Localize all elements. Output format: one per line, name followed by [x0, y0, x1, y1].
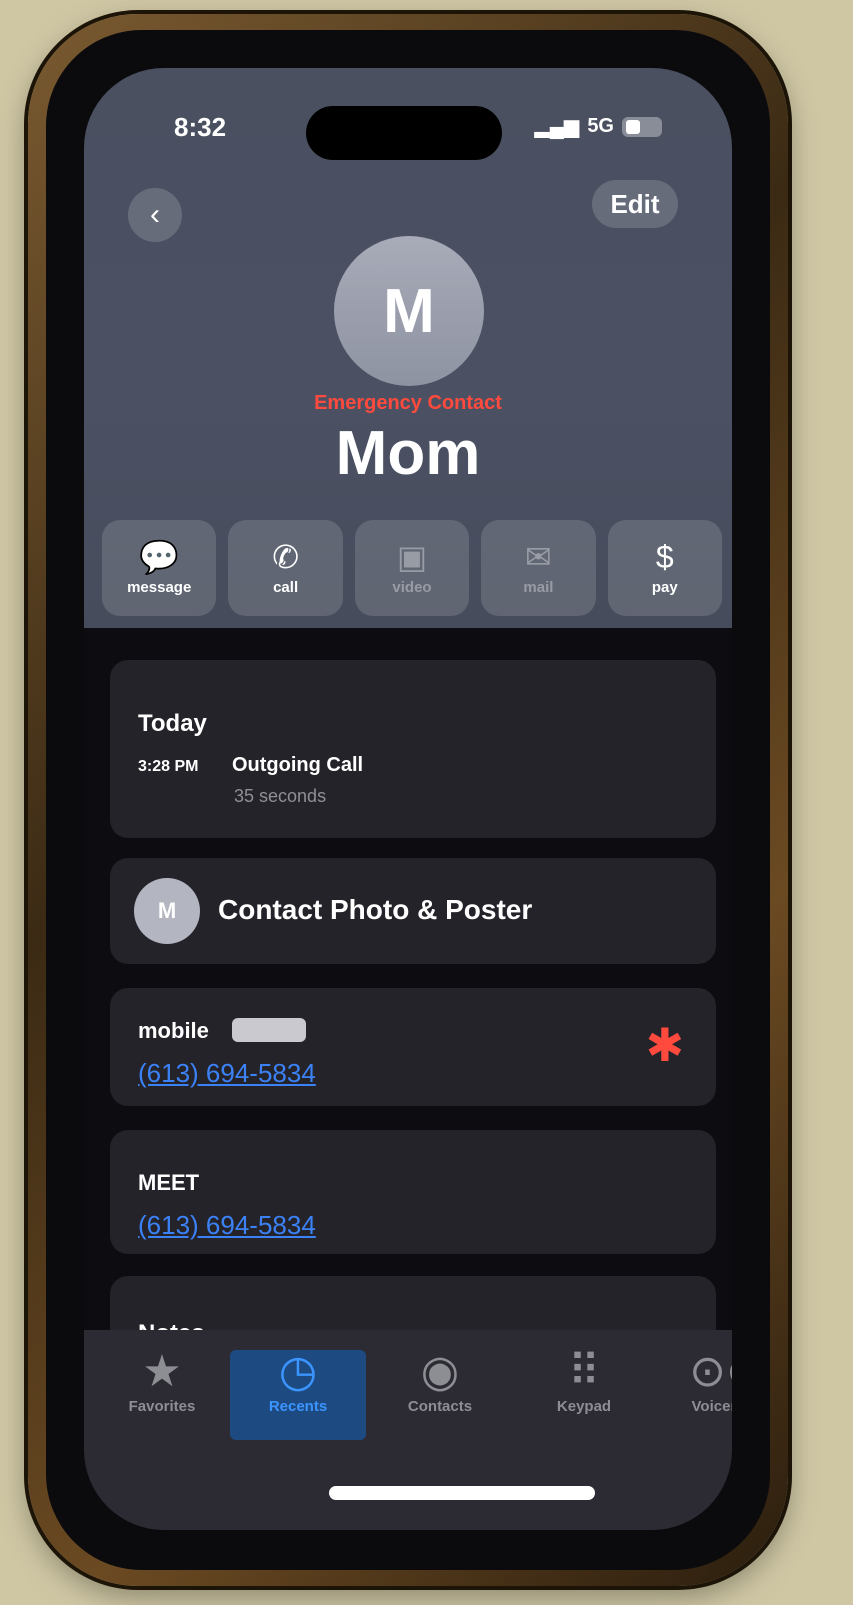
- video-icon: ▣: [396, 538, 428, 575]
- phone-screen: 8:32 ▂▄▆ 5G ‹ Edit M Emergency Contact M…: [84, 68, 732, 1530]
- voicemail-icon: ⊙⊙: [689, 1347, 732, 1396]
- tab-favorites[interactable]: ★ Favorites: [94, 1350, 230, 1440]
- contact-photo-poster-label: Contact Photo & Poster: [218, 894, 533, 925]
- back-button[interactable]: ‹: [128, 188, 182, 242]
- recent-calls-card[interactable]: Today 3:28 PM Outgoing Call 35 seconds: [110, 660, 716, 838]
- mail-icon: ✉: [525, 538, 552, 575]
- edit-button[interactable]: Edit: [592, 180, 678, 228]
- keypad-icon: ⠿: [567, 1347, 601, 1396]
- tab-keypad-label: Keypad: [556, 1398, 612, 1415]
- status-bar: 8:32 ▂▄▆ 5G: [84, 106, 732, 160]
- network-label: 5G: [587, 115, 614, 137]
- status-time: 8:32: [174, 112, 227, 142]
- person-circle-icon: ◉: [420, 1347, 460, 1396]
- call-time: 3:28 PM: [138, 758, 199, 775]
- contact-photo-poster-row[interactable]: M Contact Photo & Poster: [110, 858, 716, 964]
- status-icons: ▂▄▆ 5G: [534, 114, 662, 139]
- contact-avatar: M: [334, 236, 484, 386]
- video-label: video: [392, 578, 432, 596]
- call-duration: 35 seconds: [234, 786, 327, 806]
- clock-icon: ◷: [278, 1347, 318, 1396]
- tab-favorites-label: Favorites: [128, 1398, 196, 1415]
- mail-label: mail: [523, 578, 554, 596]
- mobile-phone-link[interactable]: (613) 694-5834: [138, 1058, 316, 1089]
- emergency-contact-label: Emergency Contact: [314, 392, 502, 414]
- mobile-label: mobile: [138, 1018, 209, 1043]
- meet-label: MEET: [138, 1170, 200, 1195]
- phone-case: 8:32 ▂▄▆ 5G ‹ Edit M Emergency Contact M…: [28, 14, 788, 1586]
- tab-contacts[interactable]: ◉ Contacts: [372, 1350, 508, 1440]
- dollar-icon: $: [655, 538, 674, 575]
- tab-bar: ★ Favorites ◷ Recents ◉ Contacts ⠿ Keypa…: [84, 1330, 732, 1530]
- pay-button[interactable]: $ pay: [607, 520, 723, 616]
- message-bubble-icon: 💬: [139, 538, 180, 575]
- battery-icon: [622, 116, 662, 137]
- tab-contacts-label: Contacts: [407, 1398, 473, 1415]
- tab-keypad[interactable]: ⠿ Keypad: [516, 1350, 652, 1440]
- medical-star-icon: ✱: [645, 1019, 684, 1071]
- call-type: Outgoing Call: [232, 754, 364, 776]
- message-label: message: [127, 578, 192, 596]
- contact-name: Mom: [335, 419, 481, 488]
- meet-phone-link[interactable]: (613) 694-5834: [138, 1210, 316, 1241]
- phone-bezel: 8:32 ▂▄▆ 5G ‹ Edit M Emergency Contact M…: [46, 30, 770, 1570]
- mail-button[interactable]: ✉ mail: [481, 520, 596, 616]
- recents-day: Today: [138, 710, 207, 737]
- meet-phone-row: MEET (613) 694-5834: [110, 1130, 716, 1254]
- signal-icon: ▂▄▆: [534, 116, 580, 138]
- message-button[interactable]: 💬 message: [102, 520, 217, 616]
- tab-recents-label: Recents: [268, 1398, 328, 1415]
- chevron-left-icon: ‹: [150, 198, 160, 231]
- call-label: call: [273, 578, 299, 596]
- pay-label: pay: [651, 578, 678, 596]
- call-button[interactable]: ✆ call: [228, 520, 343, 616]
- dynamic-island: [306, 106, 502, 160]
- poster-avatar: M: [134, 878, 200, 944]
- phone-icon: ✆: [272, 538, 300, 575]
- video-button[interactable]: ▣ video: [354, 520, 470, 616]
- tab-recents[interactable]: ◷ Recents: [230, 1350, 366, 1440]
- star-icon: ★: [142, 1347, 182, 1396]
- preferred-badge: [232, 1018, 306, 1042]
- tab-voicemail-label: Voicemail: [691, 1398, 732, 1415]
- home-indicator[interactable]: [329, 1486, 595, 1500]
- tab-voicemail[interactable]: ⊙⊙ Voicemail: [658, 1350, 732, 1440]
- mobile-phone-row: mobile (613) 694-5834 ✱: [110, 988, 716, 1106]
- quick-actions: 💬 message ✆ call ▣ video ✉ mail $ pay: [102, 520, 723, 616]
